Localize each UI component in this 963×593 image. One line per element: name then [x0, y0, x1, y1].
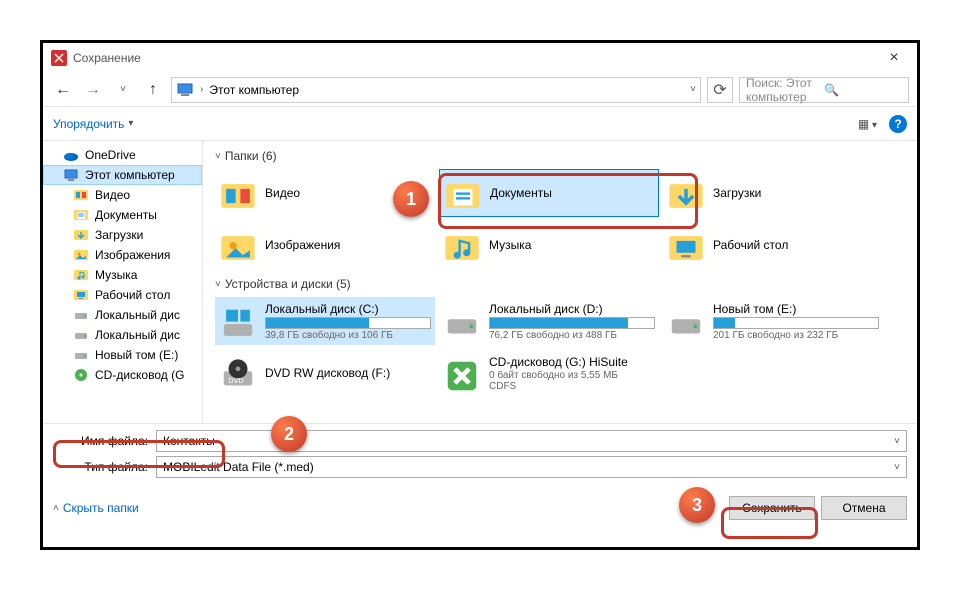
drive-item[interactable]: DVDDVD RW дисковод (F:) [215, 349, 435, 397]
windrive-icon [219, 305, 257, 337]
up-folder-button[interactable]: ↑ [141, 78, 165, 102]
refresh-button[interactable]: ⟳ [707, 77, 733, 103]
drive-item[interactable]: Локальный диск (D:)76,2 ГБ свободно из 4… [439, 297, 659, 345]
sidebar-item-doc[interactable]: Документы [43, 205, 202, 225]
sidebar-item-pc[interactable]: Этот компьютер [43, 165, 202, 185]
folder-download[interactable]: Загрузки [663, 169, 883, 217]
sidebar-item-onedrive[interactable]: OneDrive [43, 145, 202, 165]
sidebar-item-download[interactable]: Загрузки [43, 225, 202, 245]
search-box[interactable]: Поиск: Этот компьютер 🔍 [739, 77, 909, 103]
folder-image[interactable]: Изображения [215, 221, 435, 269]
filename-input[interactable]: ˅ [156, 430, 907, 452]
dvd-icon: DVD [219, 357, 257, 389]
folders-header[interactable]: ˅Папки (6) [215, 149, 905, 163]
hdd-icon [443, 305, 481, 337]
sidebar: OneDriveЭтот компьютерВидеоДокументыЗагр… [43, 141, 203, 423]
sidebar-item-desktop[interactable]: Рабочий стол [43, 285, 202, 305]
download-icon [73, 227, 89, 243]
drives-header[interactable]: ˅Устройства и диски (5) [215, 277, 905, 291]
content-area: ˅Папки (6) ВидеоДокументыЗагрузки Изображ… [203, 141, 917, 423]
music-icon [73, 267, 89, 283]
forward-button[interactable]: → [81, 78, 105, 102]
drive-icon [73, 307, 89, 323]
window-title: Сохранение [73, 51, 141, 65]
sidebar-item-drive[interactable]: Локальный дис [43, 325, 202, 345]
app-icon [51, 50, 67, 66]
search-icon: 🔍 [824, 83, 902, 97]
filename-label: Имя файла: [53, 434, 148, 448]
sidebar-item-image[interactable]: Изображения [43, 245, 202, 265]
sidebar-item-drive[interactable]: Локальный дис [43, 305, 202, 325]
titlebar: Сохранение × [43, 43, 917, 73]
hide-folders-link[interactable]: Скрыть папки [63, 501, 139, 515]
bottom-panel: Имя файла: ˅ Тип файла: MOBILedit Data F… [43, 423, 917, 488]
sidebar-item-drive[interactable]: Новый том (E:) [43, 345, 202, 365]
pc-icon [176, 81, 194, 99]
pc-icon [63, 167, 79, 183]
drive-item[interactable]: CD-дисковод (G:) HiSuite0 байт свободно … [439, 349, 659, 397]
desktop-icon [667, 229, 705, 261]
onedrive-icon [63, 147, 79, 163]
sidebar-item-video[interactable]: Видео [43, 185, 202, 205]
doc-icon [73, 207, 89, 223]
address-input[interactable] [209, 83, 684, 97]
drive-icon [73, 327, 89, 343]
drive-icon [73, 347, 89, 363]
folder-music[interactable]: Музыка [439, 221, 659, 269]
image-icon [219, 229, 257, 261]
folder-desktop[interactable]: Рабочий стол [663, 221, 883, 269]
download-icon [667, 177, 705, 209]
cancel-button[interactable]: Отмена [821, 496, 907, 520]
organize-menu[interactable]: Упорядочить▾ [53, 117, 133, 131]
image-icon [73, 247, 89, 263]
up-button[interactable]: ˅ [111, 78, 135, 102]
video-icon [219, 177, 257, 209]
save-dialog: Сохранение × ← → ˅ ↑ › ˅ ⟳ Поиск: Этот к… [40, 40, 920, 550]
doc-icon [444, 177, 482, 209]
svg-text:DVD: DVD [229, 377, 244, 385]
desktop-icon [73, 287, 89, 303]
hdd-icon [667, 305, 705, 337]
back-button[interactable]: ← [51, 78, 75, 102]
view-menu[interactable]: ▦ ▾ [858, 117, 877, 131]
folder-video[interactable]: Видео [215, 169, 435, 217]
drive-item[interactable]: Локальный диск (C:)39,8 ГБ свободно из 1… [215, 297, 435, 345]
filetype-select[interactable]: MOBILedit Data File (*.med)˅ [156, 456, 907, 478]
sidebar-item-music[interactable]: Музыка [43, 265, 202, 285]
folder-doc[interactable]: Документы [439, 169, 659, 217]
drive-item[interactable]: Новый том (E:)201 ГБ свободно из 232 ГБ [663, 297, 883, 345]
help-button[interactable]: ? [889, 115, 907, 133]
toolbar: Упорядочить▾ ▦ ▾ ? [43, 107, 917, 141]
sidebar-item-cd[interactable]: CD-дисковод (G [43, 365, 202, 385]
address-bar[interactable]: › ˅ [171, 77, 701, 103]
actions-row: ˄ Скрыть папки Сохранить Отмена [43, 488, 917, 528]
video-icon [73, 187, 89, 203]
close-button[interactable]: × [879, 49, 909, 67]
music-icon [443, 229, 481, 261]
hisuite-icon [443, 357, 481, 389]
navbar: ← → ˅ ↑ › ˅ ⟳ Поиск: Этот компьютер 🔍 [43, 73, 917, 107]
cd-icon [73, 367, 89, 383]
filetype-label: Тип файла: [53, 460, 148, 474]
save-button[interactable]: Сохранить [729, 496, 815, 520]
